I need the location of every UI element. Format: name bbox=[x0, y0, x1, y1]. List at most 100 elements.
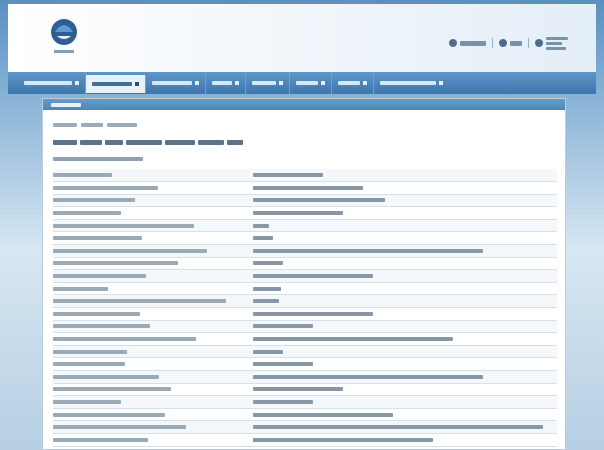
table-cell-key bbox=[53, 395, 253, 409]
table-cell-value bbox=[253, 244, 557, 258]
breadcrumb[interactable] bbox=[53, 123, 137, 129]
row-key bbox=[53, 223, 194, 228]
row-value bbox=[253, 236, 273, 241]
table-row bbox=[53, 420, 557, 434]
table-cell-value bbox=[253, 231, 557, 246]
table-cell-key bbox=[53, 257, 253, 271]
table-row bbox=[53, 206, 557, 220]
header-link-info[interactable] bbox=[499, 39, 522, 47]
table-cell-value bbox=[253, 307, 557, 321]
site-logo[interactable] bbox=[46, 16, 82, 62]
nav-item-label bbox=[212, 81, 232, 85]
row-key bbox=[53, 362, 126, 367]
table-row bbox=[53, 219, 557, 233]
table-cell-value bbox=[253, 332, 557, 346]
nav-item[interactable] bbox=[146, 72, 206, 94]
table-row bbox=[53, 370, 557, 384]
table-cell-key bbox=[53, 383, 253, 397]
table-row bbox=[53, 257, 557, 271]
chevron-down-icon bbox=[279, 81, 283, 85]
header-link-account[interactable] bbox=[449, 39, 486, 47]
row-value bbox=[253, 425, 543, 430]
row-key bbox=[53, 299, 226, 304]
row-key bbox=[53, 261, 179, 266]
row-value bbox=[253, 185, 363, 190]
row-key bbox=[53, 311, 141, 316]
row-key bbox=[53, 349, 128, 354]
row-value bbox=[253, 324, 313, 329]
table-cell-key bbox=[53, 433, 253, 447]
row-value bbox=[253, 223, 269, 228]
browser-page bbox=[0, 0, 604, 450]
table-row bbox=[53, 408, 557, 422]
header-link-label bbox=[460, 40, 486, 46]
row-key bbox=[53, 236, 143, 241]
table-cell-value bbox=[253, 408, 557, 422]
page-title bbox=[53, 140, 243, 147]
table-cell-value bbox=[253, 282, 557, 296]
table-cell-key bbox=[53, 244, 253, 258]
row-key bbox=[53, 437, 148, 442]
table-row bbox=[53, 194, 557, 208]
header-link-label bbox=[546, 36, 568, 50]
table-cell-key bbox=[53, 282, 253, 296]
nav-item[interactable] bbox=[332, 72, 374, 94]
nav-item[interactable] bbox=[290, 72, 332, 94]
table-row bbox=[53, 395, 557, 409]
table-cell-value bbox=[253, 357, 557, 371]
row-value bbox=[253, 211, 343, 216]
row-value bbox=[253, 387, 343, 392]
table-cell-key bbox=[53, 408, 253, 422]
chevron-down-icon bbox=[135, 82, 139, 86]
row-key bbox=[53, 399, 122, 404]
table-row bbox=[53, 332, 557, 346]
header-link-help[interactable] bbox=[535, 36, 568, 50]
help-icon bbox=[535, 39, 543, 47]
row-key bbox=[53, 337, 196, 342]
row-key bbox=[53, 198, 135, 203]
table-cell-value bbox=[253, 257, 557, 271]
nav-item-label bbox=[296, 81, 318, 85]
section-label bbox=[53, 157, 143, 163]
table-cell-value bbox=[253, 219, 557, 233]
nav-item-label bbox=[338, 81, 360, 85]
site-header bbox=[8, 4, 596, 72]
table-cell-value bbox=[253, 206, 557, 220]
nav-item-active[interactable] bbox=[86, 75, 146, 93]
row-value bbox=[253, 274, 373, 279]
row-value bbox=[253, 311, 373, 316]
nav-item[interactable] bbox=[246, 72, 290, 94]
table-cell-key bbox=[53, 370, 253, 384]
detail-table bbox=[53, 169, 557, 447]
row-value bbox=[253, 349, 283, 354]
nav-item[interactable] bbox=[206, 72, 246, 94]
table-row bbox=[53, 169, 557, 183]
row-key bbox=[53, 173, 112, 178]
row-value bbox=[253, 248, 483, 253]
nav-item[interactable] bbox=[374, 72, 449, 94]
table-cell-value bbox=[253, 194, 557, 208]
chevron-down-icon bbox=[195, 81, 199, 85]
table-cell-key bbox=[53, 269, 253, 283]
table-cell-key bbox=[53, 231, 253, 246]
nav-item[interactable] bbox=[18, 72, 86, 94]
nav-item-label bbox=[380, 81, 436, 85]
row-value bbox=[253, 299, 279, 304]
table-row bbox=[53, 244, 557, 258]
table-cell-key bbox=[53, 420, 253, 434]
table-row bbox=[53, 307, 557, 321]
table-row bbox=[53, 269, 557, 283]
row-key bbox=[53, 387, 171, 392]
row-key bbox=[53, 248, 207, 253]
main-navigation bbox=[8, 72, 596, 94]
table-row bbox=[53, 294, 557, 309]
table-row bbox=[53, 282, 557, 296]
header-link-label bbox=[510, 40, 522, 46]
info-icon bbox=[499, 39, 507, 47]
table-row bbox=[53, 181, 557, 195]
row-value bbox=[253, 399, 313, 404]
table-cell-key bbox=[53, 294, 253, 309]
table-cell-value bbox=[253, 269, 557, 283]
row-key bbox=[53, 412, 166, 417]
table-cell-key bbox=[53, 206, 253, 220]
